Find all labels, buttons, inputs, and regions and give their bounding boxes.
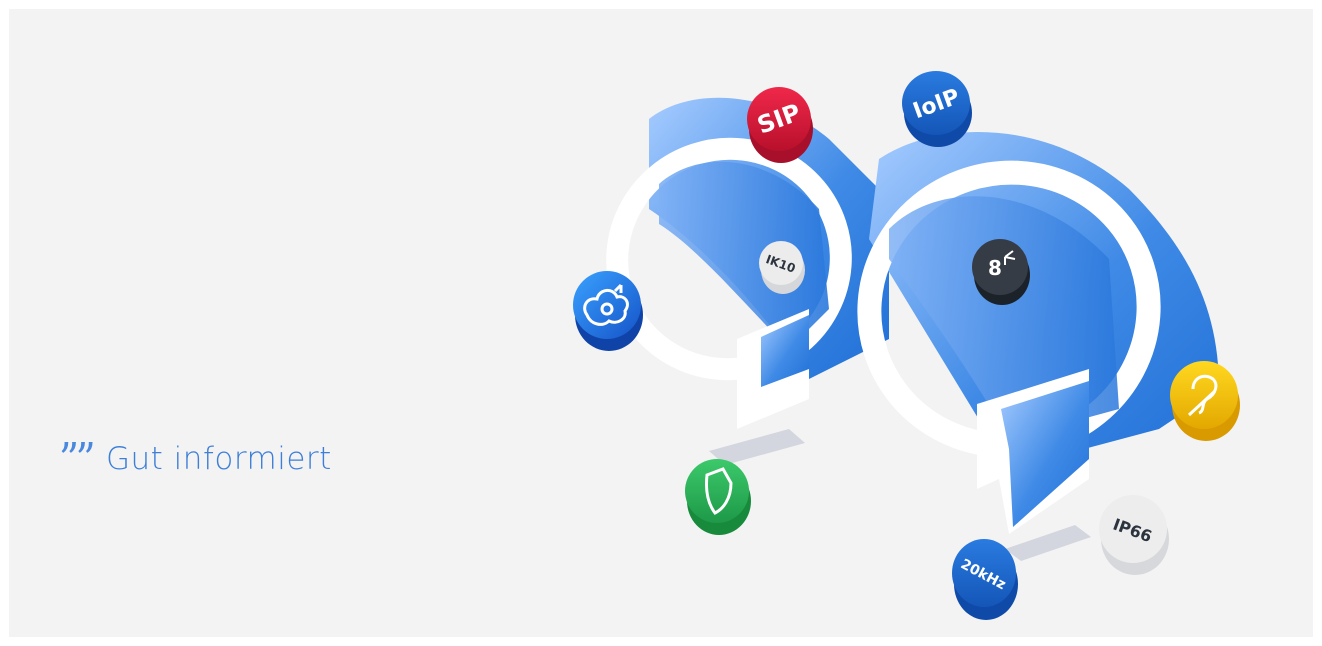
dial-label: 8: [988, 256, 1002, 280]
hearing-badge: [1170, 361, 1240, 441]
shadow-plate: [1005, 525, 1091, 561]
shadow-plate: [709, 429, 805, 465]
cloud-users-badge: [573, 271, 643, 351]
ioip-badge: IoIP: [902, 71, 972, 147]
shield-badge: [685, 459, 751, 535]
speech-bubbles-illustration: SIP IoIP IK10 8 20kHz IP66: [573, 71, 1240, 620]
hero-banner: ”” Gut informiert SIP IoIP IK10 8 20kHz …: [9, 9, 1313, 637]
right-speech-bubble: [857, 131, 1219, 534]
ip66-badge: IP66: [1099, 495, 1169, 575]
khz-badge: 20kHz: [952, 539, 1018, 620]
left-speech-bubble: [606, 97, 889, 429]
